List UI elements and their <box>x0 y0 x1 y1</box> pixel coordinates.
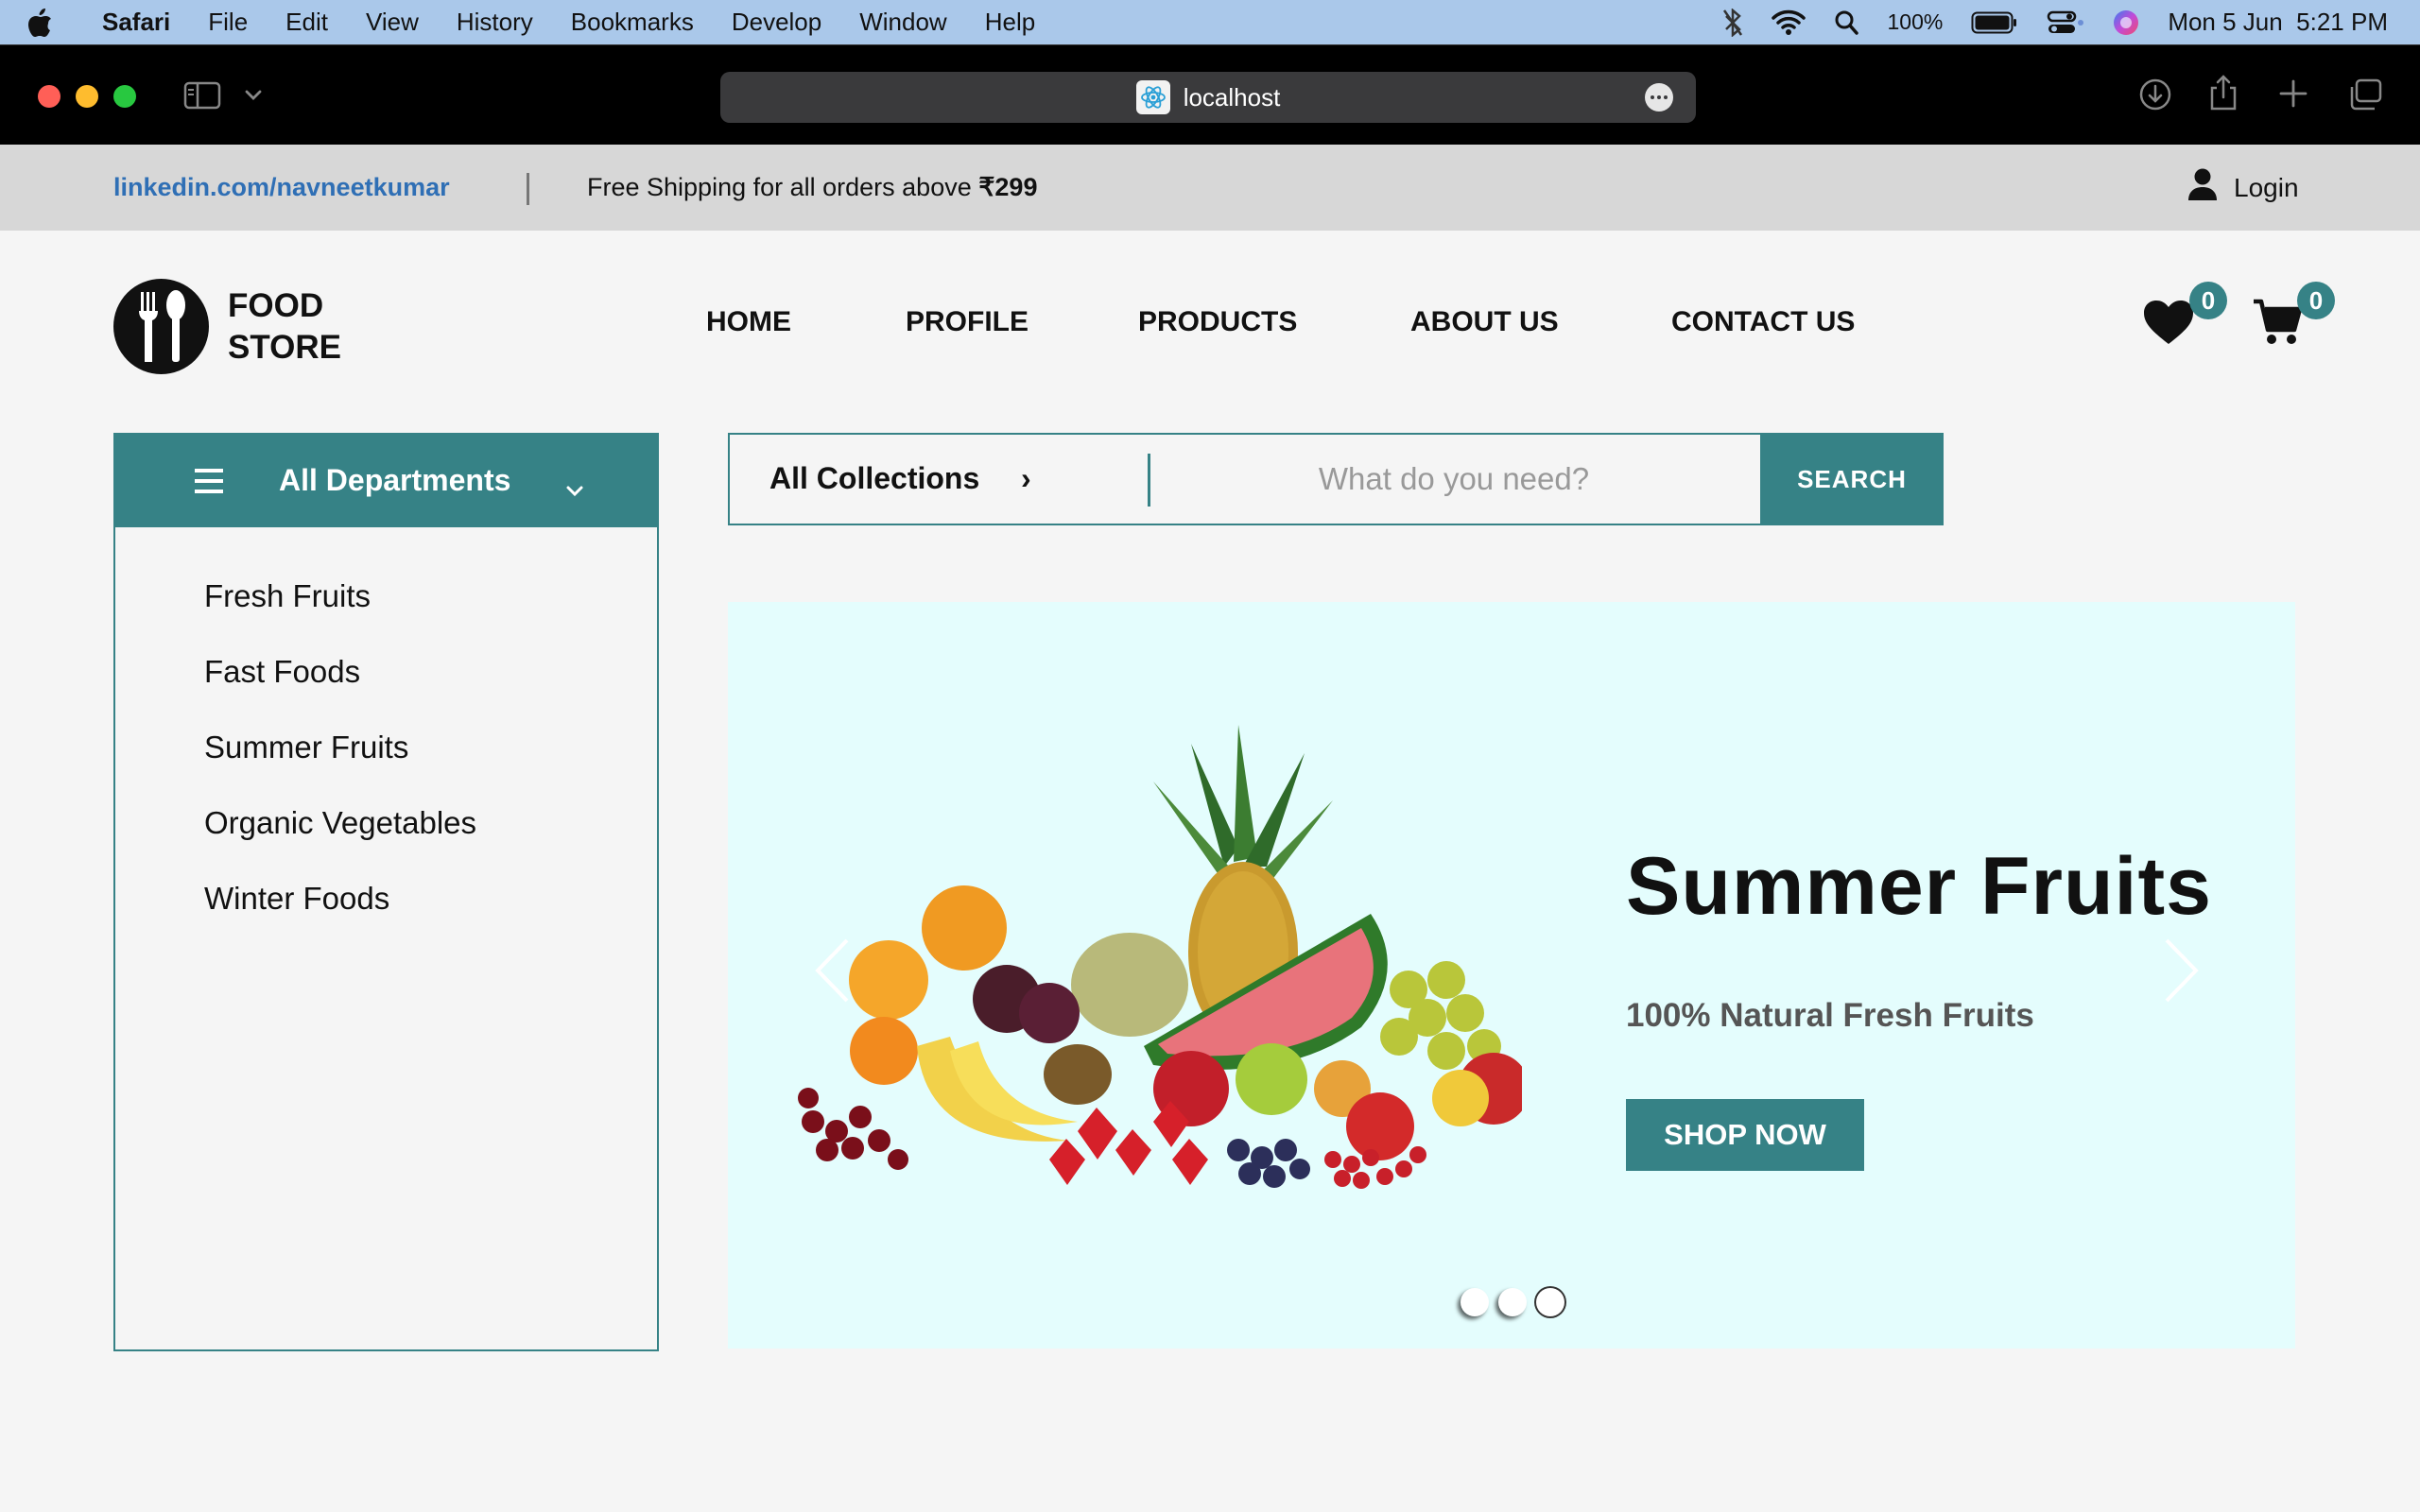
blueberries <box>1227 1139 1310 1188</box>
bluetooth-off-icon[interactable] <box>1722 8 1743 37</box>
red-currants <box>1324 1146 1426 1189</box>
close-window-button[interactable] <box>38 85 60 108</box>
cherries <box>798 1088 908 1170</box>
chevron-right-icon[interactable]: › <box>1021 461 1031 496</box>
carousel-dots <box>1461 1288 1564 1316</box>
wifi-icon[interactable] <box>1772 9 1806 36</box>
menu-help[interactable]: Help <box>985 8 1035 37</box>
chevron-down-icon[interactable] <box>244 89 263 102</box>
melon <box>1071 933 1188 1037</box>
menu-develop[interactable]: Develop <box>732 8 821 37</box>
user-icon <box>2187 167 2219 208</box>
zoom-window-button[interactable] <box>113 85 136 108</box>
share-icon[interactable] <box>2208 74 2238 112</box>
sidebar-toggle-icon[interactable] <box>183 81 221 110</box>
minimize-window-button[interactable] <box>76 85 98 108</box>
orange <box>922 885 1007 971</box>
carousel-dot[interactable] <box>1498 1288 1527 1316</box>
fork-spoon-icon <box>113 279 209 374</box>
cart-count-badge: 0 <box>2297 282 2335 319</box>
new-tab-icon[interactable] <box>2278 78 2308 109</box>
menu-bookmarks[interactable]: Bookmarks <box>571 8 694 37</box>
linkedin-link[interactable]: linkedin.com/navneetkumar <box>113 173 450 202</box>
downloads-icon[interactable] <box>2138 77 2172 112</box>
nav-about-us[interactable]: ABOUT US <box>1410 306 1559 338</box>
topbar-divider <box>527 173 529 205</box>
page-menu-icon[interactable] <box>1645 83 1673 112</box>
nav-contact-us[interactable]: CONTACT US <box>1671 306 1855 338</box>
hero-carousel: Summer Fruits 100% Natural Fresh Fruits … <box>728 602 2295 1349</box>
battery-percent: 100% <box>1887 9 1944 34</box>
menu-app-name[interactable]: Safari <box>102 8 170 37</box>
search-input[interactable] <box>1151 435 1756 524</box>
chevron-down-icon <box>565 471 584 506</box>
wishlist-button[interactable]: 0 <box>2142 282 2227 351</box>
carousel-dot-active[interactable] <box>1536 1288 1564 1316</box>
collections-dropdown[interactable]: All Collections <box>769 461 979 496</box>
department-item[interactable]: Winter Foods <box>204 881 389 917</box>
heart-icon <box>2144 301 2193 344</box>
green-grapes <box>1380 961 1501 1070</box>
hero-title: Summer Fruits <box>1626 841 2212 932</box>
menu-history[interactable]: History <box>457 8 533 37</box>
department-item[interactable]: Fast Foods <box>204 654 360 690</box>
department-item[interactable]: Organic Vegetables <box>204 805 476 841</box>
department-item[interactable]: Fresh Fruits <box>204 578 371 614</box>
fruit-basket-image <box>798 725 1522 1189</box>
shipping-text: Free Shipping for all orders above <box>587 173 979 201</box>
tab-overview-icon[interactable] <box>2348 78 2382 111</box>
address-bar[interactable]: localhost <box>720 72 1696 123</box>
top-info-bar: linkedin.com/navneetkumar Free Shipping … <box>0 145 2420 231</box>
menu-file[interactable]: File <box>208 8 248 37</box>
store-logo[interactable]: FOOD STORE <box>113 279 341 374</box>
all-departments-toggle[interactable]: All Departments <box>113 433 659 527</box>
pineapple-leaves <box>1153 725 1333 881</box>
battery-icon[interactable] <box>1971 10 2018 35</box>
spotlight-search-icon[interactable] <box>1834 9 1859 36</box>
shop-now-button[interactable]: SHOP NOW <box>1626 1099 1864 1171</box>
macos-menubar: Safari File Edit View History Bookmarks … <box>0 0 2420 44</box>
menubar-datetime[interactable]: Mon 5 Jun 5:21 PM <box>2168 8 2388 37</box>
login-link[interactable]: Login <box>2187 167 2299 208</box>
logo-line-2: STORE <box>228 328 341 366</box>
wishlist-count-badge: 0 <box>2189 282 2227 319</box>
menu-edit[interactable]: Edit <box>285 8 328 37</box>
shipping-notice: Free Shipping for all orders above ₹299 <box>587 173 1037 202</box>
departments-list: Fresh Fruits Fast Foods Summer Fruits Or… <box>113 527 659 1351</box>
hamburger-icon <box>195 467 223 502</box>
carousel-next-arrow[interactable] <box>2163 937 2201 1008</box>
control-center-icon[interactable] <box>2047 9 2084 36</box>
search-bar: All Collections › SEARCH <box>728 433 1944 525</box>
react-favicon-icon <box>1135 80 1170 114</box>
nav-products[interactable]: PRODUCTS <box>1138 306 1297 338</box>
departments-title: All Departments <box>279 462 511 497</box>
url-text: localhost <box>1183 82 1281 112</box>
apple-icon[interactable] <box>26 8 78 38</box>
browser-toolbar: localhost <box>0 44 2420 145</box>
hero-subtitle: 100% Natural Fresh Fruits <box>1626 997 2034 1034</box>
search-divider <box>1148 454 1150 507</box>
nav-profile[interactable]: PROFILE <box>906 306 1028 338</box>
logo-line-1: FOOD <box>228 286 324 324</box>
siri-icon[interactable] <box>2113 9 2139 36</box>
nav-home[interactable]: HOME <box>706 306 791 338</box>
menu-window[interactable]: Window <box>859 8 946 37</box>
search-button[interactable]: SEARCH <box>1760 433 1944 525</box>
login-label: Login <box>2234 172 2299 202</box>
department-item[interactable]: Summer Fruits <box>204 730 408 765</box>
menu-view[interactable]: View <box>366 8 419 37</box>
shipping-amount: ₹299 <box>978 173 1038 201</box>
cart-button[interactable]: 0 <box>2252 282 2335 352</box>
carousel-dot[interactable] <box>1461 1288 1489 1316</box>
